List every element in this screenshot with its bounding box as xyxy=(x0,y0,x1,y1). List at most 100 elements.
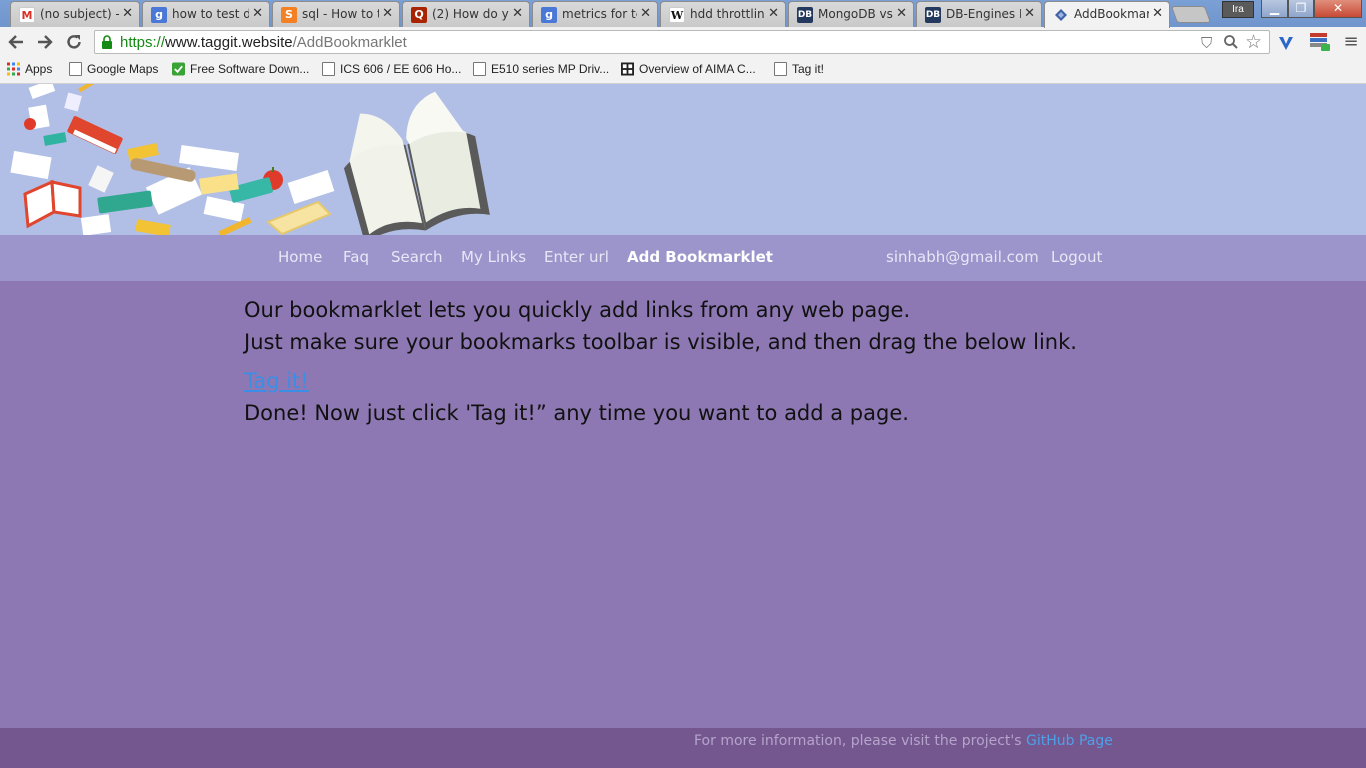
tag-it-bookmarklet-link[interactable]: Tag it! xyxy=(244,369,309,393)
nav-home[interactable]: Home xyxy=(278,248,322,266)
nav-logout[interactable]: Logout xyxy=(1051,248,1102,266)
close-tab-icon[interactable]: ✕ xyxy=(1024,6,1035,21)
wikipedia-icon: W xyxy=(669,7,685,23)
bookmark-label: Apps xyxy=(25,62,53,76)
page-icon xyxy=(774,62,787,76)
aima-icon xyxy=(621,62,634,76)
bookmark-label: ICS 606 / EE 606 Ho... xyxy=(340,62,462,76)
tab-title: metrics for tes xyxy=(562,7,637,21)
browser-toolbar: https://www.taggit.website/AddBookmarkle… xyxy=(0,27,1366,58)
instructions-line: Done! Now just click 'Tag it!” any time … xyxy=(244,401,909,425)
tab-title: (2) How do yo xyxy=(432,7,509,21)
google-icon: g xyxy=(541,7,557,23)
back-button[interactable] xyxy=(6,32,26,52)
google-icon: g xyxy=(151,7,167,23)
bookmarklet-icon xyxy=(1053,7,1069,23)
tab-mongodb[interactable]: DB MongoDB vs. ✕ xyxy=(788,1,914,27)
close-tab-icon[interactable]: ✕ xyxy=(122,6,133,21)
bookmark-star-icon[interactable]: ☆ xyxy=(1245,31,1262,53)
reload-icon xyxy=(67,35,81,49)
tab-title: hdd throttling xyxy=(690,7,765,21)
flying-books-illustration xyxy=(10,84,490,235)
nav-search[interactable]: Search xyxy=(391,248,443,266)
site-navbar: Home Faq Search My Links Enter url Add B… xyxy=(0,235,1366,281)
download-check-icon xyxy=(172,62,185,76)
url-host: www.taggit.website xyxy=(165,34,293,51)
tab-quora[interactable]: Q (2) How do yo ✕ xyxy=(402,1,530,27)
maximize-window-button[interactable]: ❐ xyxy=(1288,0,1314,18)
tab-title: (no subject) - xyxy=(40,7,119,21)
github-page-link[interactable]: GitHub Page xyxy=(1026,733,1113,749)
close-tab-icon[interactable]: ✕ xyxy=(1152,6,1163,21)
nav-user-email[interactable]: sinhabh@gmail.com xyxy=(886,248,1039,266)
stackoverflow-icon: S xyxy=(281,7,297,23)
minimize-window-button[interactable]: ▁ xyxy=(1261,0,1288,18)
bookmark-aima[interactable]: Overview of AIMA C... xyxy=(621,62,756,76)
browser-tab-strip: M (no subject) - ✕ g how to test da ✕ S … xyxy=(0,0,1366,28)
menu-icon[interactable]: ≡ xyxy=(1341,32,1361,52)
footer-info-text: For more information, please visit the p… xyxy=(694,733,1026,749)
bookmark-free-software[interactable]: Free Software Down... xyxy=(172,62,309,76)
close-tab-icon[interactable]: ✕ xyxy=(512,6,523,21)
page-icon xyxy=(473,62,486,76)
close-window-button[interactable]: ✕ xyxy=(1314,0,1362,18)
tab-title: AddBookmark xyxy=(1074,7,1149,21)
back-arrow-icon xyxy=(8,35,23,49)
extension-flag-icon[interactable] xyxy=(1309,31,1331,53)
tab-title: sql - How to t xyxy=(302,7,379,21)
close-tab-icon[interactable]: ✕ xyxy=(252,6,263,21)
tab-wikipedia[interactable]: W hdd throttling ✕ xyxy=(660,1,786,27)
gmail-icon: M xyxy=(19,7,35,23)
tab-google-metrics[interactable]: g metrics for tes ✕ xyxy=(532,1,658,27)
quora-icon: Q xyxy=(411,7,427,23)
extension-v-icon[interactable] xyxy=(1277,34,1295,52)
nav-add-bookmarklet[interactable]: Add Bookmarklet xyxy=(627,248,773,266)
page-icon xyxy=(69,62,82,76)
bookmark-label: Tag it! xyxy=(792,62,825,76)
tab-gmail[interactable]: M (no subject) - ✕ xyxy=(10,1,140,27)
db-engines-icon: DB xyxy=(797,7,813,23)
close-tab-icon[interactable]: ✕ xyxy=(382,6,393,21)
close-tab-icon[interactable]: ✕ xyxy=(768,6,779,21)
zoom-icon[interactable] xyxy=(1223,34,1239,54)
forward-arrow-icon xyxy=(38,35,53,49)
apps-grid-icon xyxy=(7,62,20,76)
header-banner xyxy=(0,84,1366,235)
url-path: /AddBookmarklet xyxy=(292,34,407,51)
tab-stackoverflow[interactable]: S sql - How to t ✕ xyxy=(272,1,400,27)
shield-icon[interactable]: ⛉ xyxy=(1201,34,1212,52)
bookmark-tag-it[interactable]: Tag it! xyxy=(774,62,824,76)
profile-button[interactable]: Ira xyxy=(1222,1,1254,18)
url-protocol: https:// xyxy=(120,34,166,51)
forward-button[interactable] xyxy=(35,32,55,52)
tab-addbookmarklet[interactable]: AddBookmark ✕ xyxy=(1044,1,1170,28)
close-tab-icon[interactable]: ✕ xyxy=(640,6,651,21)
footer-text: For more information, please visit the p… xyxy=(694,733,1113,749)
close-tab-icon[interactable]: ✕ xyxy=(896,6,907,21)
bookmark-e510[interactable]: E510 series MP Driv... xyxy=(473,62,609,76)
lock-icon xyxy=(102,35,112,49)
tab-title: MongoDB vs. xyxy=(818,7,893,21)
nav-faq[interactable]: Faq xyxy=(343,248,369,266)
bookmark-google-maps[interactable]: Google Maps xyxy=(69,62,158,76)
site-footer: For more information, please visit the p… xyxy=(0,728,1366,768)
tab-title: how to test da xyxy=(172,7,249,21)
nav-my-links[interactable]: My Links xyxy=(461,248,526,266)
db-engines-icon: DB xyxy=(925,7,941,23)
bookmark-ics-606[interactable]: ICS 606 / EE 606 Ho... xyxy=(322,62,461,76)
bookmark-label: E510 series MP Driv... xyxy=(491,62,610,76)
bookmark-label: Free Software Down... xyxy=(190,62,310,76)
address-bar[interactable]: https://www.taggit.website/AddBookmarkle… xyxy=(94,30,1270,54)
bookmark-label: Google Maps xyxy=(87,62,159,76)
main-content: Our bookmarklet lets you quickly add lin… xyxy=(0,281,1366,728)
tab-title: DB-Engines R xyxy=(946,7,1021,21)
bookmark-apps[interactable]: Apps xyxy=(7,62,52,76)
reload-button[interactable] xyxy=(64,32,84,52)
nav-enter-url[interactable]: Enter url xyxy=(544,248,609,266)
url-text[interactable]: https://www.taggit.website/AddBookmarkle… xyxy=(120,34,407,51)
tab-google-search[interactable]: g how to test da ✕ xyxy=(142,1,270,27)
new-tab-button[interactable] xyxy=(1170,6,1212,23)
page-icon xyxy=(322,62,335,76)
intro-line-2: Just make sure your bookmarks toolbar is… xyxy=(244,330,1077,354)
tab-db-engines[interactable]: DB DB-Engines R ✕ xyxy=(916,1,1042,27)
